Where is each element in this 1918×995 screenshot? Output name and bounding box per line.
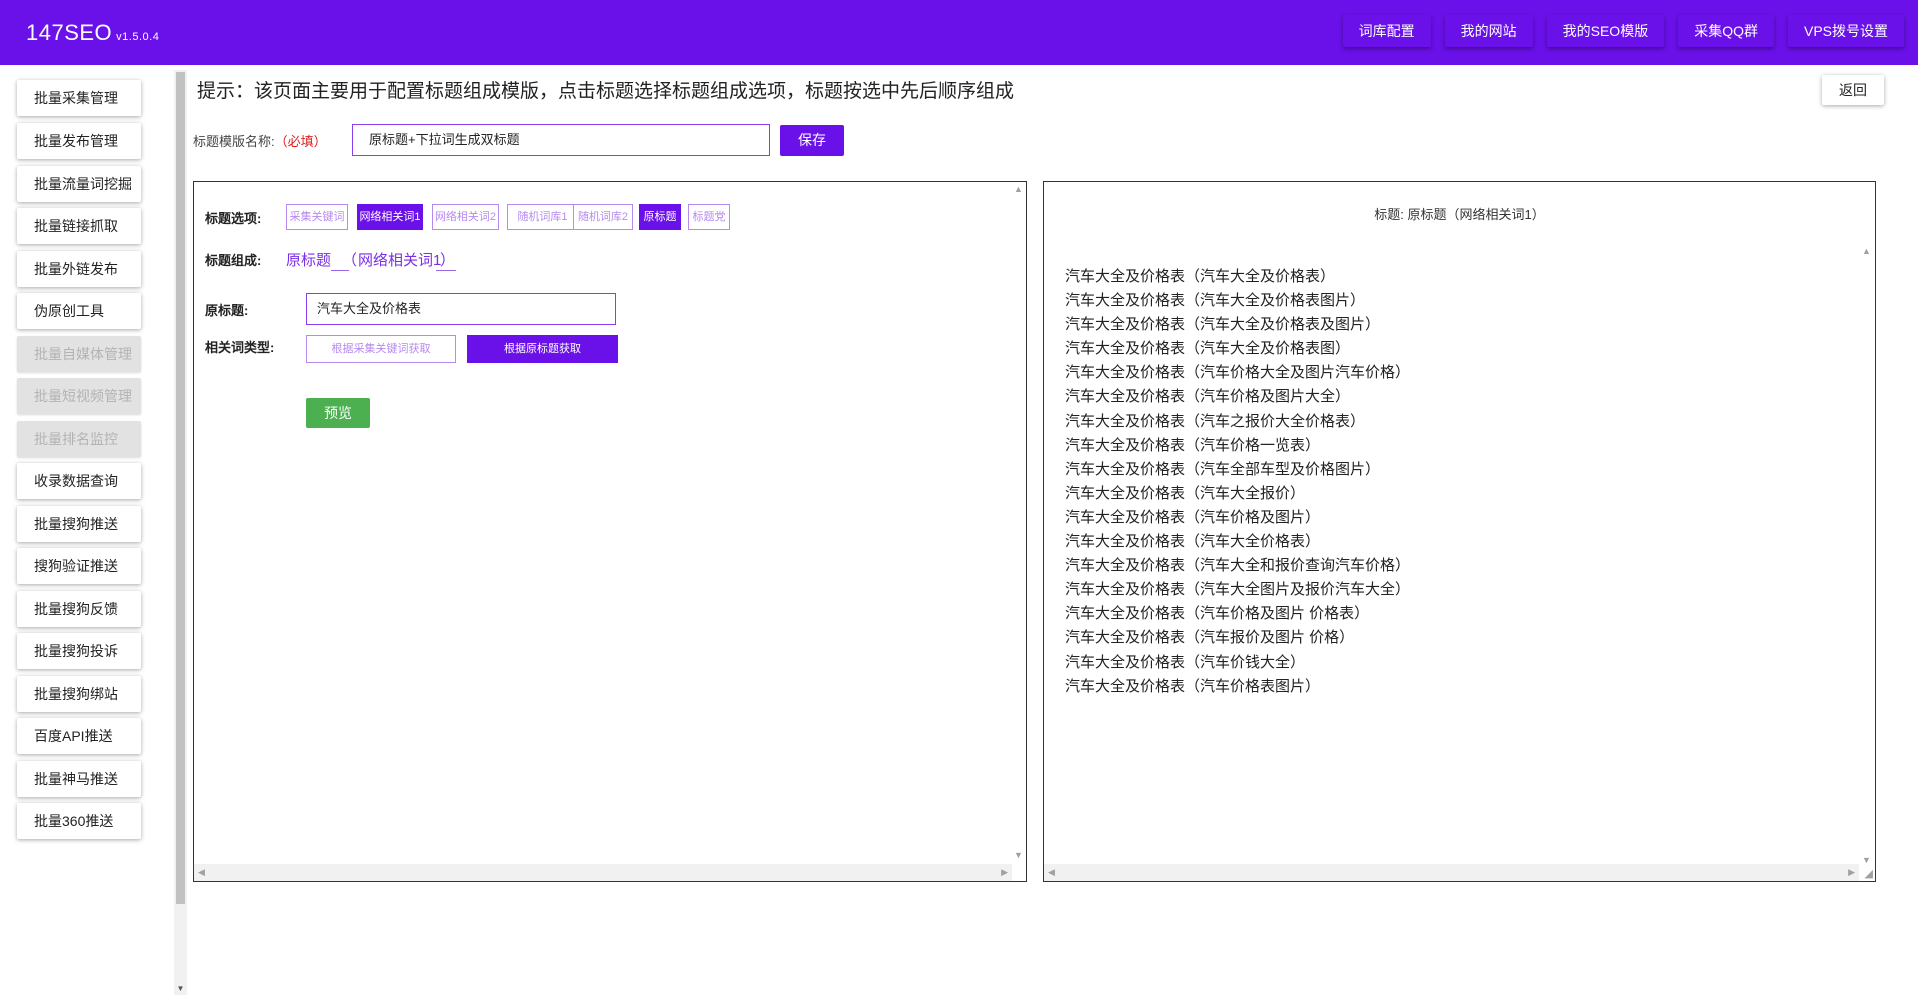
result-item: 汽车大全及价格表（汽车价格大全及图片汽车价格） (1065, 364, 1411, 382)
scroll-up-arrow-icon[interactable]: ▲ (1862, 246, 1871, 256)
option-net-related-1[interactable]: 网络相关词1 (357, 204, 423, 230)
sidebar-item-batch-publish[interactable]: 批量发布管理 (17, 123, 141, 159)
related-by-original-title-button[interactable]: 根据原标题获取 (467, 335, 618, 363)
title-options-label: 标题选项: (205, 211, 262, 226)
result-item: 汽车大全及价格表（汽车价格及图片 价格表） (1065, 605, 1370, 623)
composition-part-open-paren[interactable]: （ (342, 249, 357, 270)
scroll-left-arrow-icon[interactable]: ◀ (198, 867, 205, 878)
sidebar-item-self-media: 批量自媒体管理 (17, 336, 141, 372)
composition-part-close-paren[interactable]: ） (440, 249, 455, 270)
sidebar-item-sogou-complaint[interactable]: 批量搜狗投诉 (17, 633, 141, 669)
sidebar-scrollbar-thumb[interactable] (176, 72, 185, 904)
sidebar: 批量采集管理 批量发布管理 批量流量词挖掘 批量链接抓取 批量外链发布 伪原创工… (0, 65, 172, 995)
brand-name: 147SEO (26, 20, 113, 45)
sidebar-item-rank-monitor: 批量排名监控 (17, 421, 141, 457)
result-item: 汽车大全及价格表（汽车大全报价） (1065, 484, 1306, 502)
nav-my-sites-button[interactable]: 我的网站 (1444, 15, 1533, 47)
scroll-right-arrow-icon[interactable]: ▶ (1001, 867, 1008, 878)
left-panel-vscrollbar[interactable]: ▲ ▼ (1011, 182, 1026, 862)
title-composition-label: 标题组成: (205, 253, 262, 268)
nav-my-seo-templates-button[interactable]: 我的SEO模版 (1546, 15, 1665, 47)
template-config-panel: 标题选项: 采集关键词 网络相关词1 网络相关词2 随机词库1 随机词库2 原标… (193, 181, 1027, 882)
sidebar-item-sogou-feedback[interactable]: 批量搜狗反馈 (17, 591, 141, 627)
composition-part-net-related-1[interactable]: 网络相关词1 (358, 249, 441, 270)
result-item: 汽车大全及价格表（汽车之报价大全价格表） (1065, 412, 1366, 430)
result-item: 汽车大全及价格表（汽车价钱大全） (1065, 653, 1306, 671)
result-list: 汽车大全及价格表（汽车大全及价格表） 汽车大全及价格表（汽车大全及价格表图片） … (1065, 265, 1410, 699)
result-item: 汽车大全及价格表（汽车大全及价格表） (1065, 268, 1336, 285)
sidebar-item-shenma-push[interactable]: 批量神马推送 (17, 761, 141, 797)
template-name-label: 标题模版名称:（必填） (193, 131, 327, 150)
sidebar-item-batch-collect[interactable]: 批量采集管理 (17, 80, 141, 116)
result-item: 汽车大全及价格表（汽车价格及图片） (1065, 508, 1321, 526)
scroll-left-arrow-icon[interactable]: ◀ (1048, 867, 1055, 878)
option-original-title[interactable]: 原标题 (639, 204, 681, 230)
resize-grip-icon[interactable]: ◢ (1865, 867, 1873, 880)
preview-button[interactable]: 预览 (306, 398, 370, 428)
original-title-input[interactable]: 汽车大全及价格表 (306, 293, 616, 325)
scroll-down-arrow-icon[interactable]: ▼ (1862, 855, 1871, 865)
option-clickbait[interactable]: 标题党 (688, 204, 730, 230)
result-item: 汽车大全及价格表（汽车大全及价格表及图片） (1065, 316, 1381, 334)
result-item: 汽车大全及价格表（汽车价格一览表） (1065, 436, 1321, 454)
result-item: 汽车大全及价格表（汽车大全图片及报价汽车大全） (1065, 581, 1411, 599)
top-bar: 147SEO v1.5.0.4 词库配置 我的网站 我的SEO模版 采集QQ群 V… (0, 0, 1918, 65)
sidebar-scrollbar[interactable]: ▼ (174, 70, 187, 995)
scroll-up-arrow-icon[interactable]: ▲ (1014, 184, 1023, 194)
scroll-down-arrow-icon[interactable]: ▼ (1014, 850, 1023, 860)
right-panel-vscrollbar[interactable]: ▲ ▼ (1858, 242, 1875, 867)
option-net-related-2[interactable]: 网络相关词2 (432, 204, 499, 230)
option-collect-keyword[interactable]: 采集关键词 (286, 204, 348, 230)
related-by-keyword-button[interactable]: 根据采集关键词获取 (306, 335, 456, 363)
composition-part-original[interactable]: 原标题 (286, 249, 331, 270)
back-button[interactable]: 返回 (1822, 75, 1884, 105)
sidebar-item-link-crawl[interactable]: 批量链接抓取 (17, 208, 141, 244)
result-item: 汽车大全及价格表（汽车大全及价格表图） (1065, 340, 1351, 358)
preview-result-panel: 标题: 原标题（网络相关词1） 汽车大全及价格表（汽车大全及价格表） 汽车大全及… (1043, 181, 1876, 882)
left-panel-hscrollbar[interactable]: ◀ ▶ (194, 864, 1012, 881)
related-type-label: 相关词类型: (205, 340, 275, 355)
result-item: 汽车大全及价格表（汽车大全价格表） (1065, 533, 1321, 551)
sidebar-item-sogou-bind-site[interactable]: 批量搜狗绑站 (17, 676, 141, 712)
save-button[interactable]: 保存 (780, 125, 844, 156)
sidebar-item-traffic-keyword-mining[interactable]: 批量流量词挖掘 (17, 166, 141, 202)
sidebar-item-sogou-push[interactable]: 批量搜狗推送 (17, 506, 141, 542)
sidebar-item-pseudo-original-tool[interactable]: 伪原创工具 (17, 293, 141, 329)
sidebar-item-short-video: 批量短视频管理 (17, 378, 141, 414)
nav-qq-group-button[interactable]: 采集QQ群 (1678, 15, 1774, 47)
right-panel-hscrollbar[interactable]: ◀ ▶ (1044, 864, 1859, 881)
brand-logo: 147SEO v1.5.0.4 (26, 20, 159, 46)
version-label: v1.5.0.4 (116, 31, 160, 43)
result-item: 汽车大全及价格表（汽车价格表图片） (1065, 677, 1321, 695)
scroll-right-arrow-icon[interactable]: ▶ (1848, 867, 1855, 878)
required-mark: （必填） (274, 134, 327, 149)
result-item: 汽车大全及价格表（汽车价格及图片大全） (1065, 388, 1351, 406)
sidebar-item-baidu-api-push[interactable]: 百度API推送 (17, 718, 141, 754)
result-item: 汽车大全及价格表（汽车报价及图片 价格） (1065, 629, 1355, 647)
option-random-lexicon-1[interactable]: 随机词库1 (507, 204, 578, 230)
top-nav: 词库配置 我的网站 我的SEO模版 采集QQ群 VPS拨号设置 (1342, 15, 1904, 47)
page-hint: 提示：该页面主要用于配置标题组成模版，点击标题选择标题组成选项，标题按选中先后顺… (197, 81, 1015, 102)
composition-underline (331, 270, 349, 271)
template-name-input[interactable]: 原标题+下拉词生成双标题 (352, 124, 770, 156)
nav-vps-dial-settings-button[interactable]: VPS拨号设置 (1787, 15, 1904, 47)
template-name-label-text: 标题模版名称: (193, 134, 275, 149)
result-item: 汽车大全及价格表（汽车大全和报价查询汽车价格） (1065, 557, 1411, 575)
result-item: 汽车大全及价格表（汽车大全及价格表图片） (1065, 292, 1366, 310)
sidebar-item-sogou-verify-push[interactable]: 搜狗验证推送 (17, 548, 141, 584)
sidebar-item-index-query[interactable]: 收录数据查询 (17, 463, 141, 499)
result-item: 汽车大全及价格表（汽车全部车型及价格图片） (1065, 460, 1381, 478)
sidebar-item-360-push[interactable]: 批量360推送 (17, 803, 141, 839)
composition-underline (436, 270, 456, 271)
original-title-label: 原标题: (205, 303, 249, 318)
nav-lexicon-config-button[interactable]: 词库配置 (1342, 15, 1431, 47)
option-random-lexicon-2[interactable]: 随机词库2 (573, 204, 633, 230)
scroll-down-arrow-icon[interactable]: ▼ (174, 984, 187, 993)
result-title: 标题: 原标题（网络相关词1） (1374, 207, 1545, 222)
sidebar-item-backlink-publish[interactable]: 批量外链发布 (17, 251, 141, 287)
